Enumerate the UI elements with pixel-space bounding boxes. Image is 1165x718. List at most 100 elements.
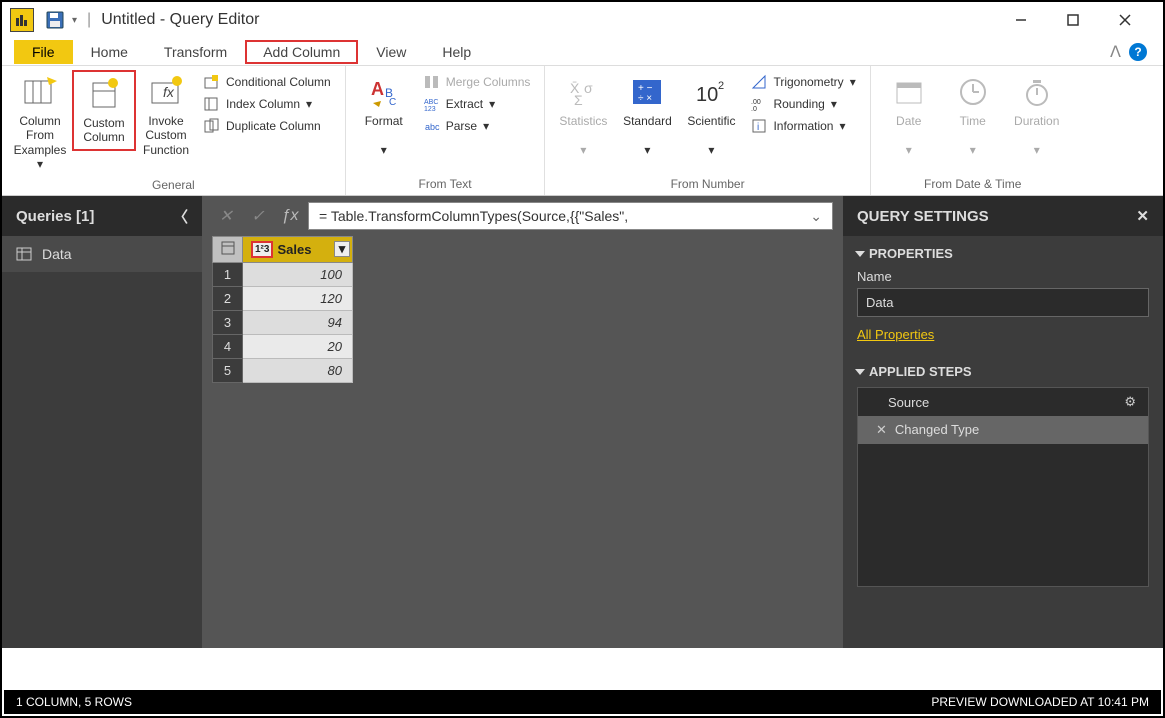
app-icon bbox=[10, 8, 34, 32]
step-changed-type[interactable]: ✕Changed Type bbox=[858, 416, 1148, 444]
svg-text:10: 10 bbox=[696, 84, 718, 106]
svg-text:ABC: ABC bbox=[424, 99, 438, 106]
svg-text:fx: fx bbox=[163, 84, 175, 100]
row-number[interactable]: 4 bbox=[213, 335, 243, 359]
help-icon[interactable]: ? bbox=[1129, 43, 1147, 61]
status-bar: 1 COLUMN, 5 ROWS PREVIEW DOWNLOADED AT 1… bbox=[4, 690, 1161, 714]
close-settings-icon[interactable]: ✕ bbox=[1136, 207, 1149, 225]
step-source[interactable]: Source ⚙ bbox=[858, 388, 1148, 416]
column-header-sales[interactable]: 1²3 Sales ▾ bbox=[243, 237, 353, 263]
column-from-examples-button[interactable]: Column From Examples ▾ bbox=[8, 70, 72, 176]
query-item-data[interactable]: Data bbox=[2, 236, 202, 272]
formula-bar: ✕ ✓ ƒx = Table.TransformColumnTypes(Sour… bbox=[202, 196, 843, 236]
tab-file[interactable]: File bbox=[14, 40, 73, 64]
svg-text:.0: .0 bbox=[751, 106, 757, 112]
duplicate-column-button[interactable]: Duplicate Column bbox=[200, 116, 335, 136]
parse-button[interactable]: abcParse ▾ bbox=[420, 116, 535, 136]
name-label: Name bbox=[857, 269, 1149, 284]
column-filter-icon[interactable]: ▾ bbox=[334, 241, 350, 257]
fx-icon[interactable]: ƒx bbox=[276, 202, 304, 230]
invoke-custom-function-button[interactable]: fx Invoke Custom Function bbox=[136, 70, 196, 161]
formula-input[interactable]: = Table.TransformColumnTypes(Source,{{"S… bbox=[308, 202, 833, 230]
menu-tabs: File Home Transform Add Column View Help… bbox=[2, 38, 1163, 66]
time-button[interactable]: Time▾ bbox=[941, 70, 1005, 161]
svg-text:Σ: Σ bbox=[574, 92, 583, 107]
cell[interactable]: 94 bbox=[243, 311, 353, 335]
ribbon: Column From Examples ▾ Custom Column fx … bbox=[2, 66, 1163, 196]
query-settings-pane: QUERY SETTINGS ✕ PROPERTIES Name All Pro… bbox=[843, 196, 1163, 648]
collapse-ribbon-icon[interactable]: ᐱ bbox=[1110, 42, 1121, 62]
applied-steps-list: Source ⚙ ✕Changed Type bbox=[857, 387, 1149, 587]
title-bar: ▾ | Untitled - Query Editor bbox=[2, 2, 1163, 38]
ribbon-group-label-general: General bbox=[8, 176, 339, 192]
ribbon-group-from-text: ABC Format▾ Merge Columns ABC123Extract … bbox=[346, 66, 546, 195]
formula-expand-icon[interactable]: ⌄ bbox=[810, 208, 822, 225]
cell[interactable]: 100 bbox=[243, 263, 353, 287]
svg-text:2: 2 bbox=[718, 80, 724, 92]
date-button[interactable]: Date▾ bbox=[877, 70, 941, 161]
window-title: Untitled - Query Editor bbox=[101, 11, 1007, 29]
custom-column-button[interactable]: Custom Column bbox=[72, 70, 136, 151]
tab-help[interactable]: Help bbox=[424, 40, 489, 64]
all-properties-link[interactable]: All Properties bbox=[857, 327, 934, 342]
index-column-button[interactable]: Index Column ▾ bbox=[200, 94, 335, 114]
cancel-formula-icon[interactable]: ✕ bbox=[212, 202, 240, 230]
collapse-queries-icon[interactable]: 〈 bbox=[173, 206, 188, 227]
cell[interactable]: 120 bbox=[243, 287, 353, 311]
trigonometry-button[interactable]: Trigonometry ▾ bbox=[747, 72, 859, 92]
svg-text:i: i bbox=[757, 122, 759, 133]
gear-icon[interactable]: ⚙ bbox=[1124, 394, 1136, 410]
merge-columns-button: Merge Columns bbox=[420, 72, 535, 92]
properties-section-title[interactable]: PROPERTIES bbox=[857, 246, 1149, 261]
svg-text:.00: .00 bbox=[751, 99, 761, 106]
grid-corner[interactable] bbox=[213, 237, 243, 263]
cell[interactable]: 20 bbox=[243, 335, 353, 359]
ribbon-group-from-number: X̄σΣ Statistics▾ + −÷ × Standard▾ 102 Sc… bbox=[545, 66, 870, 195]
row-number[interactable]: 5 bbox=[213, 359, 243, 383]
maximize-button[interactable] bbox=[1059, 6, 1087, 34]
scientific-button[interactable]: 102 Scientific▾ bbox=[679, 70, 743, 161]
svg-text:abc: abc bbox=[425, 122, 440, 132]
extract-button[interactable]: ABC123Extract ▾ bbox=[420, 94, 535, 114]
queries-header[interactable]: Queries [1] 〈 bbox=[2, 196, 202, 236]
row-number[interactable]: 3 bbox=[213, 311, 243, 335]
ribbon-group-general: Column From Examples ▾ Custom Column fx … bbox=[2, 66, 346, 195]
rounding-button[interactable]: .00.0Rounding ▾ bbox=[747, 94, 859, 114]
format-button[interactable]: ABC Format▾ bbox=[352, 70, 416, 161]
standard-button[interactable]: + −÷ × Standard▾ bbox=[615, 70, 679, 161]
svg-text:σ: σ bbox=[584, 80, 593, 96]
query-name-input[interactable] bbox=[857, 288, 1149, 317]
main-area: Queries [1] 〈 Data ✕ ✓ ƒx = Table.Transf… bbox=[2, 196, 1163, 648]
tab-add-column[interactable]: Add Column bbox=[245, 40, 358, 64]
row-number[interactable]: 2 bbox=[213, 287, 243, 311]
row-number[interactable]: 1 bbox=[213, 263, 243, 287]
svg-text:123: 123 bbox=[424, 106, 436, 112]
save-button[interactable] bbox=[42, 7, 68, 33]
ribbon-group-label-number: From Number bbox=[551, 175, 863, 191]
svg-text:C: C bbox=[389, 97, 396, 108]
title-separator: | bbox=[87, 11, 91, 29]
svg-text:A: A bbox=[371, 79, 384, 99]
data-grid[interactable]: 1²3 Sales ▾ 1100 2120 394 420 580 bbox=[212, 236, 353, 383]
queries-pane: Queries [1] 〈 Data bbox=[2, 196, 202, 648]
conditional-column-button[interactable]: Conditional Column bbox=[200, 72, 335, 92]
information-button[interactable]: iInformation ▾ bbox=[747, 116, 859, 136]
delete-step-icon[interactable]: ✕ bbox=[876, 422, 887, 437]
ribbon-group-label-text: From Text bbox=[352, 175, 539, 191]
cell[interactable]: 80 bbox=[243, 359, 353, 383]
svg-text:÷ ×: ÷ × bbox=[638, 93, 652, 104]
column-type-icon[interactable]: 1²3 bbox=[251, 241, 273, 258]
tab-transform[interactable]: Transform bbox=[146, 40, 245, 64]
duration-button[interactable]: Duration▾ bbox=[1005, 70, 1069, 161]
center-area: ✕ ✓ ƒx = Table.TransformColumnTypes(Sour… bbox=[202, 196, 843, 648]
statistics-button[interactable]: X̄σΣ Statistics▾ bbox=[551, 70, 615, 161]
status-right: PREVIEW DOWNLOADED AT 10:41 PM bbox=[931, 695, 1149, 709]
qat-dropdown-icon[interactable]: ▾ bbox=[72, 15, 77, 26]
close-button[interactable] bbox=[1111, 6, 1139, 34]
applied-steps-section-title[interactable]: APPLIED STEPS bbox=[857, 364, 1149, 379]
accept-formula-icon[interactable]: ✓ bbox=[244, 202, 272, 230]
minimize-button[interactable] bbox=[1007, 6, 1035, 34]
tab-view[interactable]: View bbox=[358, 40, 424, 64]
tab-home[interactable]: Home bbox=[73, 40, 146, 64]
ribbon-group-from-datetime: Date▾ Time▾ Duration▾ From Date & Time bbox=[871, 66, 1075, 195]
